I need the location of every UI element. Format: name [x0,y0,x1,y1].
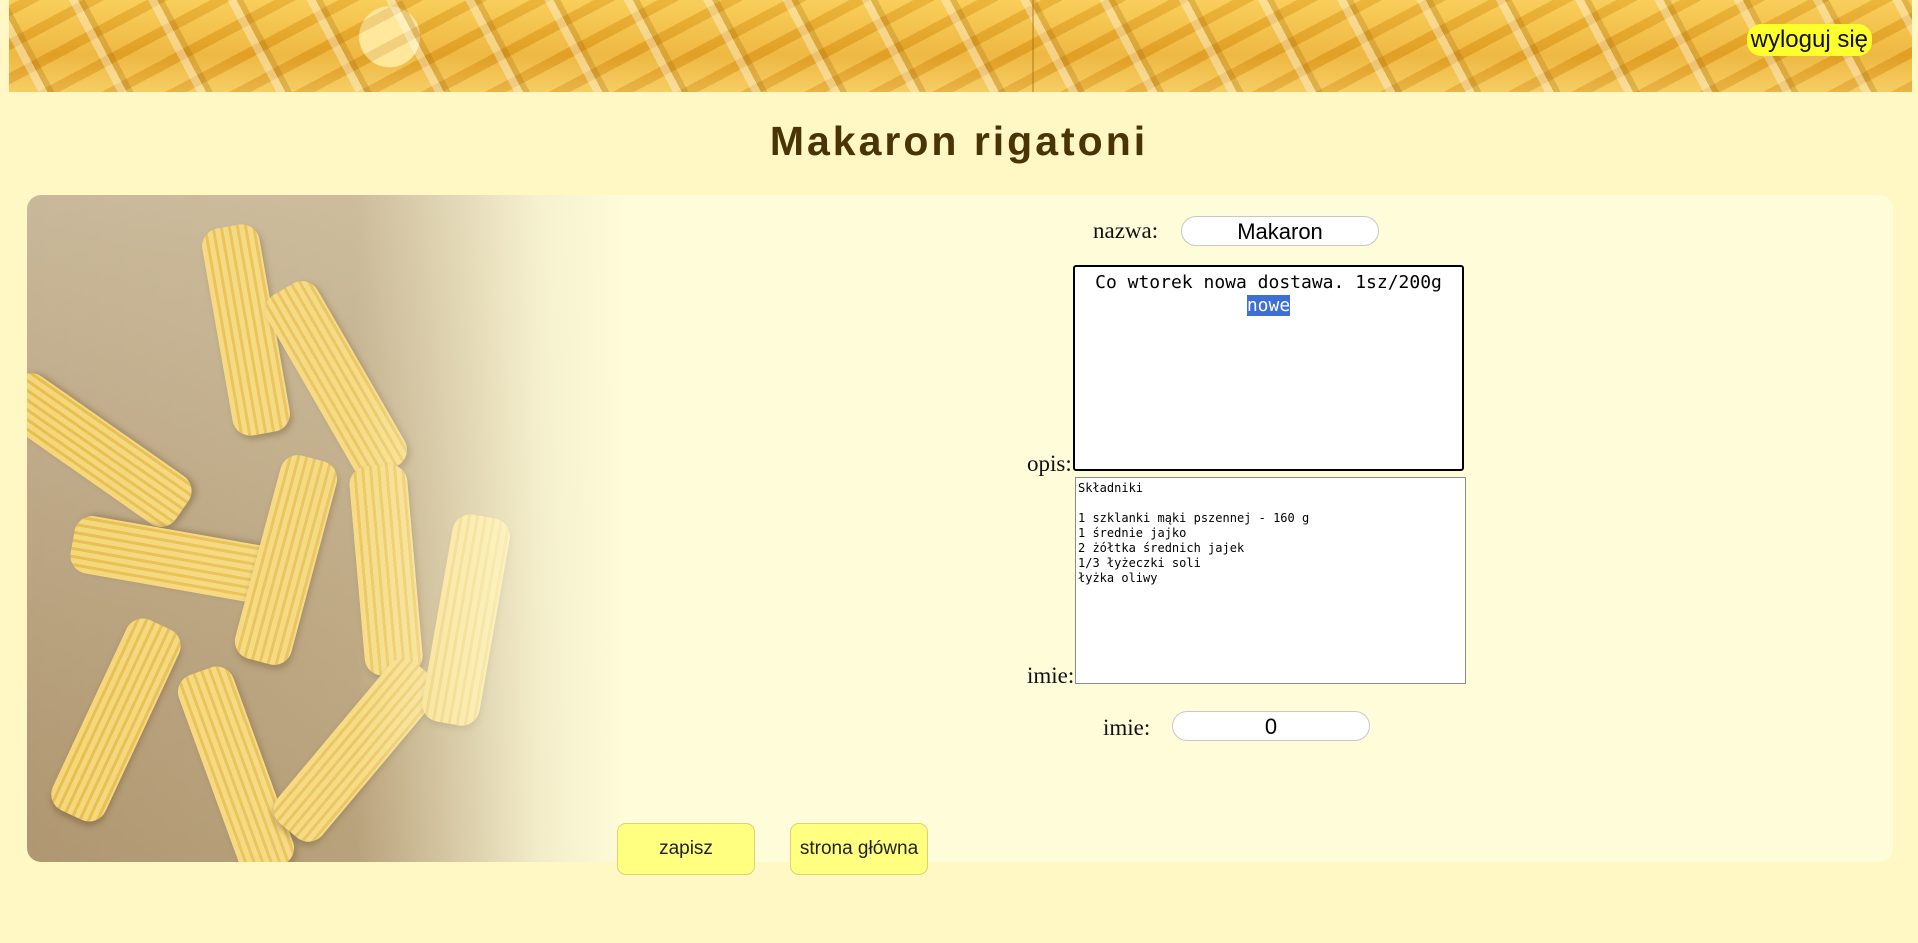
save-button[interactable]: zapisz [617,823,755,875]
quantity-label: imie: [1103,715,1151,740]
name-input[interactable]: Makaron [1181,216,1379,246]
pasta-photo [27,195,627,862]
photo-fade-overlay [27,195,627,862]
description-textarea[interactable]: Co wtorek nowa dostawa. 1sz/200g nowe [1073,265,1464,471]
ingredients-label: imie: [1027,663,1075,688]
description-text: Co wtorek nowa dostawa. 1sz/200g [1095,272,1442,293]
description-label: opis: [1027,451,1072,476]
quantity-input[interactable]: 0 [1172,711,1370,741]
name-label: nazwa: [1093,218,1159,243]
page-title: Makaron rigatoni [769,118,1149,164]
home-button[interactable]: strona główna [790,823,928,875]
product-card [27,195,1893,862]
ingredients-textarea[interactable]: Składniki 1 szklanki mąki pszennej - 160… [1075,477,1466,684]
logout-button[interactable]: wyloguj się [1746,24,1872,56]
description-selected-text: nowe [1246,295,1291,316]
pasta-banner: wyloguj się [9,0,1912,92]
banner-seam [1032,0,1034,92]
